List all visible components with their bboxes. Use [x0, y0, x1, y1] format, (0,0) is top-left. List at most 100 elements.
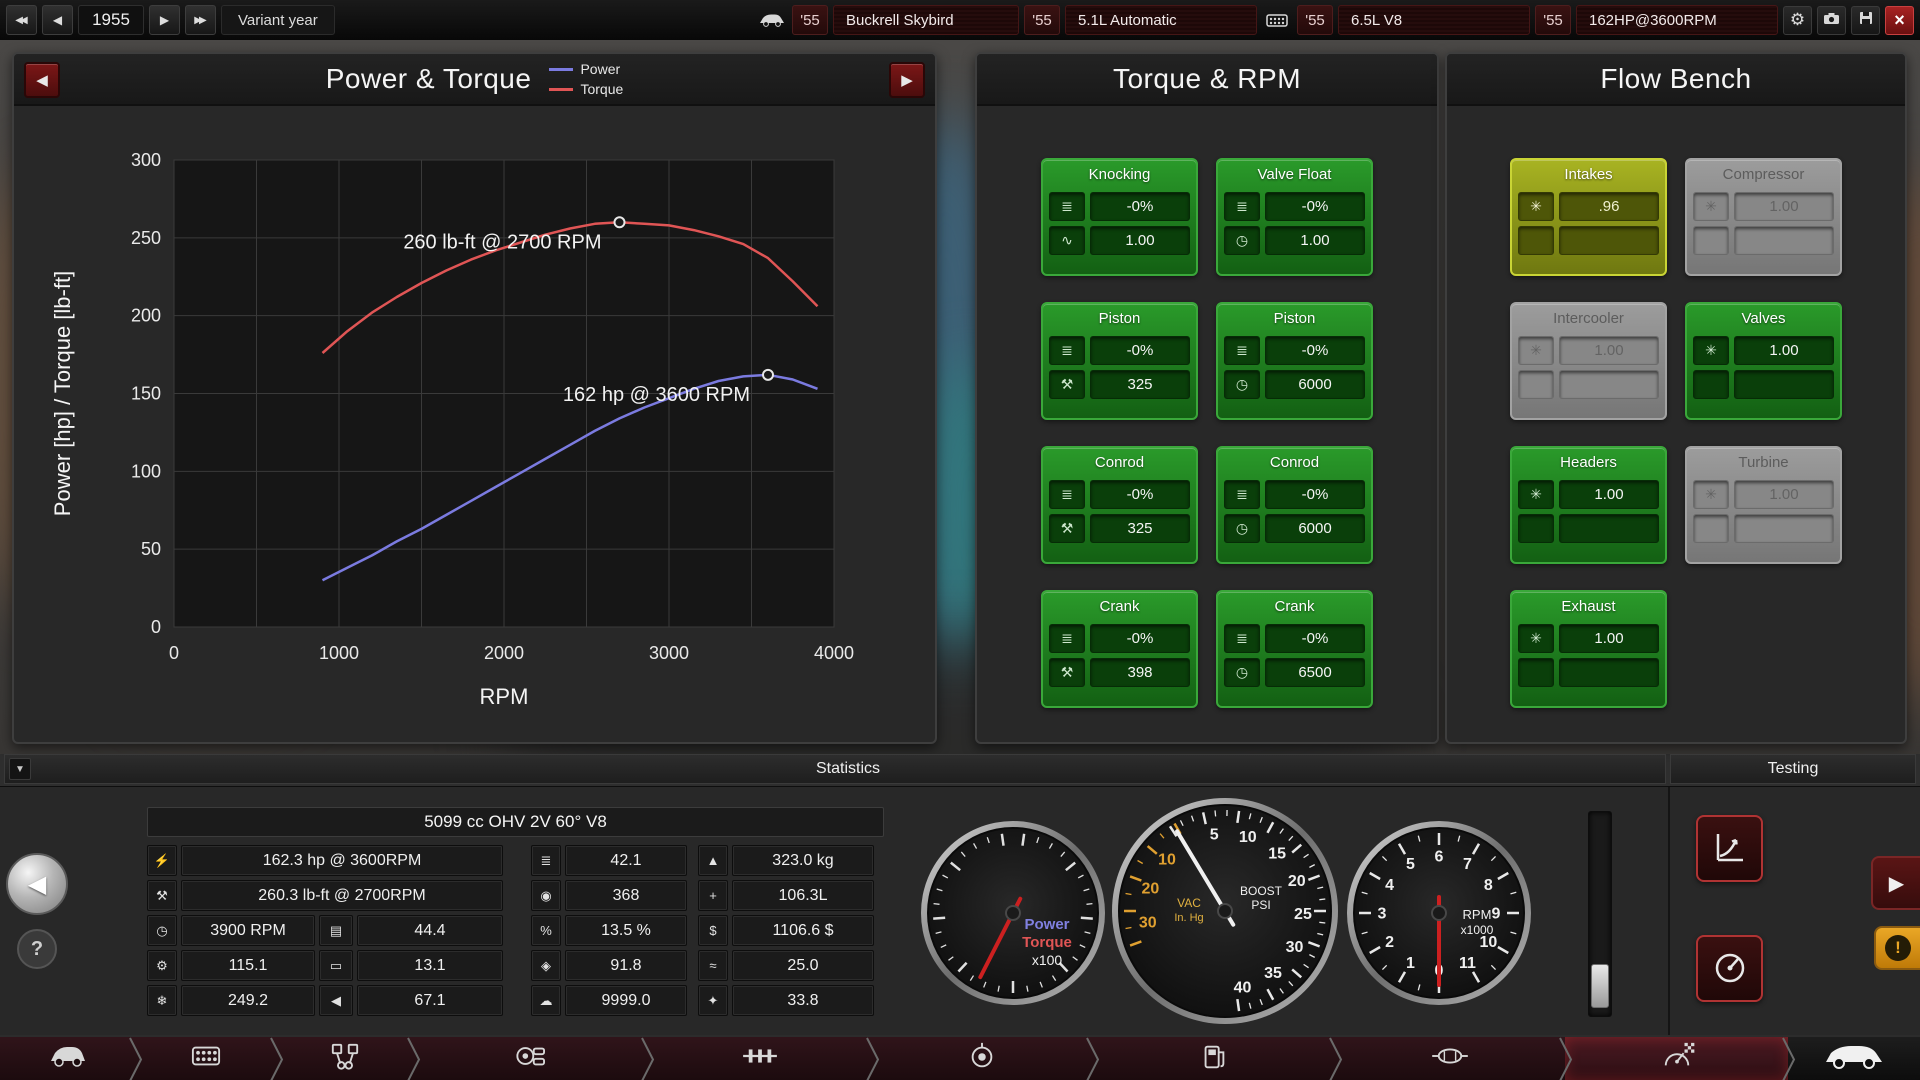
chart-prev-button[interactable]: ◀ — [24, 62, 60, 98]
empty-slot — [1693, 514, 1729, 543]
svg-text:Power: Power — [1024, 916, 1069, 933]
tab-testing[interactable] — [1565, 1037, 1796, 1080]
wrench-icon: ⚒ — [1049, 514, 1085, 543]
dyno-slider[interactable] — [1588, 811, 1612, 1017]
forward-button[interactable]: ▶ — [1871, 856, 1920, 910]
snowflake-icon: ❄ — [147, 985, 177, 1016]
testing-divider — [1668, 787, 1670, 1036]
chart-title: Power & Torque — [325, 63, 532, 94]
save-button[interactable] — [1851, 5, 1880, 35]
stat-value: 91.8 — [565, 950, 687, 981]
car-preview-icon — [1823, 1043, 1885, 1074]
flow-value-field[interactable]: .96 — [1559, 192, 1659, 221]
trim-name-field[interactable]: 5.1L Automatic — [1065, 5, 1257, 35]
skip-first-button[interactable]: ◀◀ — [6, 5, 37, 35]
limit-card-row: ≣ -0% — [1224, 192, 1365, 221]
tab-bottom-end[interactable] — [276, 1037, 421, 1080]
chart-legend: Power Torque — [549, 61, 623, 97]
size-icon: + — [698, 880, 728, 911]
tab-engine-block[interactable] — [135, 1037, 284, 1080]
torque-line-swatch — [549, 87, 574, 91]
power-torque-chart: 0 1000 2000 3000 4000 0 50 100 150 200 250 300 260 l… — [50, 150, 854, 709]
tab-car-design[interactable] — [0, 1037, 143, 1080]
help-button[interactable]: ? — [17, 929, 57, 969]
back-button[interactable]: ◀ — [6, 853, 68, 915]
turbo-icon — [511, 1041, 549, 1076]
limit-value: -0% — [1265, 624, 1365, 653]
svg-text:10: 10 — [1239, 829, 1257, 846]
boost-vacuum-gauge: 510152025303540102030VACIn. HgBOOSTPSI — [1112, 798, 1338, 1024]
skip-fwd-icon: ▶▶ — [194, 14, 206, 26]
engine-family-field[interactable]: 6.5L V8 — [1338, 5, 1530, 35]
car-preview[interactable] — [1788, 1037, 1920, 1080]
damage-icon: ≣ — [1049, 192, 1085, 221]
flow-card-title: Compressor — [1722, 166, 1805, 183]
svg-text:100: 100 — [131, 461, 161, 481]
limit-card-crank-torque: Crank ≣ -0% ⚒ 398 — [1041, 590, 1198, 708]
svg-text:9: 9 — [1492, 906, 1501, 923]
limit-card-row: ≣ -0% — [1224, 336, 1365, 365]
variant-year-value[interactable]: 1955 — [78, 5, 144, 35]
car-name-field[interactable]: Buckrell Skybird — [833, 5, 1019, 35]
engine-block-icon — [187, 1041, 225, 1076]
skip-back-icon: ◀◀ — [15, 14, 27, 26]
collapse-statistics-button[interactable]: ▼ — [9, 758, 31, 780]
prev-icon: ◀ — [52, 13, 63, 27]
wrench-icon: ⚒ — [1049, 370, 1085, 399]
wrench-icon: ⚒ — [1049, 658, 1085, 687]
gauge-test-button[interactable] — [1696, 935, 1763, 1002]
stat-value: 260.3 lb-ft @ 2700RPM — [181, 880, 503, 911]
damage-icon: ≣ — [1049, 480, 1085, 509]
stat-value: 162.3 hp @ 3600RPM — [181, 845, 503, 876]
stat-value: 3900 RPM — [181, 915, 315, 946]
empty-field — [1559, 514, 1659, 543]
stat-value: 115.1 — [181, 950, 315, 981]
tab-exhaust[interactable] — [1335, 1037, 1573, 1080]
prev-year-button[interactable]: ◀ — [42, 5, 73, 35]
legend-label: Torque — [580, 81, 624, 97]
car-design-icon — [49, 1044, 87, 1073]
airflow-icon: ✳ — [1693, 480, 1729, 509]
next-year-button[interactable]: ▶ — [149, 5, 180, 35]
flow-card-headers[interactable]: Headers ✳ 1.00 — [1510, 446, 1667, 564]
flow-card-intercooler: Intercooler ✳ 1.00 — [1510, 302, 1667, 420]
stats-column-3: ▲ 323.0 kg +106.3L $1106.6 $ ≈25.0 ✦ 33.8 — [698, 845, 874, 1016]
economy-icon: % — [531, 915, 561, 946]
flow-card-row: ✳ .96 — [1518, 192, 1659, 221]
flow-card-exhaust[interactable]: Exhaust ✳ 1.00 — [1510, 590, 1667, 708]
close-button[interactable]: × — [1885, 5, 1914, 35]
dyno-curve-test-button[interactable] — [1696, 815, 1763, 882]
damage-icon: ≣ — [1049, 624, 1085, 653]
svg-text:BOOST: BOOST — [1240, 884, 1283, 898]
limit-card-title: Crank — [1099, 598, 1140, 615]
engine-variant-field[interactable]: 162HP@3600RPM — [1576, 5, 1778, 35]
airflow-icon: ✳ — [1518, 336, 1554, 365]
engine-name-plate[interactable]: 5099 cc OHV 2V 60° V8 — [147, 807, 884, 837]
flow-card-intakes[interactable]: Intakes ✳ .96 — [1510, 158, 1667, 276]
dyno-slider-handle[interactable] — [1591, 964, 1609, 1008]
warning-button[interactable]: ! — [1874, 926, 1920, 970]
limit-card-title: Valve Float — [1257, 166, 1332, 183]
empty-slot — [1518, 226, 1554, 255]
skip-last-button[interactable]: ▶▶ — [185, 5, 216, 35]
flow-card-title: Turbine — [1738, 454, 1789, 471]
flow-value-field[interactable]: 1.00 — [1559, 480, 1659, 509]
camera-button[interactable] — [1817, 5, 1846, 35]
flow-value-field[interactable]: 1.00 — [1734, 336, 1834, 365]
torque-rpm-title: Torque & RPM — [1112, 63, 1302, 94]
tab-forced-induction[interactable] — [413, 1037, 655, 1080]
limit-card-knocking: Knocking ≣ -0% ∿ 1.00 — [1041, 158, 1198, 276]
limit-value: 398 — [1090, 658, 1190, 687]
settings-gear-button[interactable]: ⚙ — [1783, 5, 1812, 35]
chart-next-button[interactable]: ▶ — [889, 62, 925, 98]
svg-text:3000: 3000 — [649, 643, 689, 663]
tab-top-end[interactable] — [647, 1037, 880, 1080]
service-icon: ✦ — [698, 985, 728, 1016]
flow-value-field[interactable]: 1.00 — [1559, 624, 1659, 653]
fuel-icon: ◈ — [531, 950, 561, 981]
limit-card-title: Knocking — [1088, 166, 1151, 183]
tab-fuel-pump[interactable] — [1092, 1037, 1343, 1080]
damage-icon: ≣ — [1224, 624, 1260, 653]
tab-fuel-system[interactable] — [872, 1037, 1100, 1080]
flow-card-valves[interactable]: Valves ✳ 1.00 — [1685, 302, 1842, 420]
